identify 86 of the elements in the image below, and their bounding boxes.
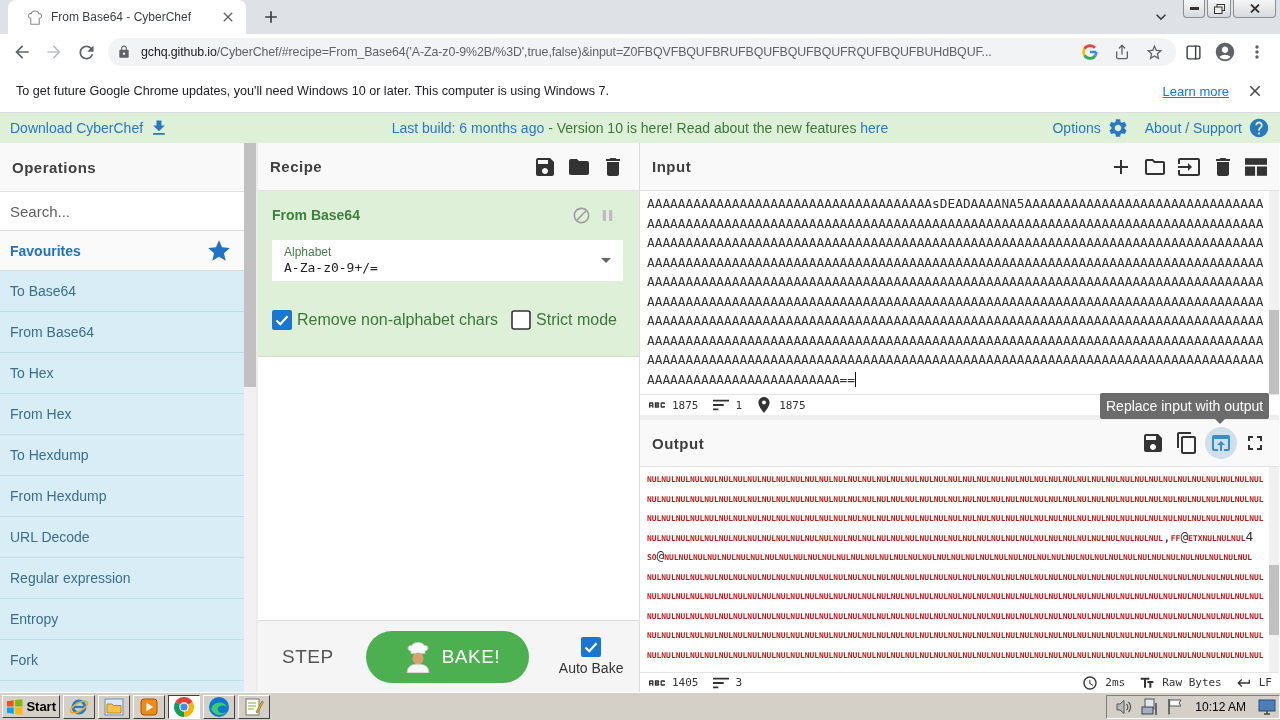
- field-value: A-Za-z0-9+/=: [284, 259, 379, 277]
- panel-title: Input: [652, 158, 693, 175]
- field-label: Alphabet: [284, 244, 333, 259]
- taskbar-button[interactable]: [168, 694, 200, 719]
- browser-tab[interactable]: From Base64 - CyberChef: [8, 0, 246, 34]
- version-notice: - Version 10 is here! Read about the new features here: [548, 120, 889, 136]
- profile-icon[interactable]: [1214, 41, 1236, 63]
- encoding-value[interactable]: Raw Bytes: [1162, 676, 1222, 689]
- lines-value: 3: [735, 676, 743, 689]
- input-line: AAAAAAAAAAAAAAAAAAAAAAAAAAAAAAAAAAAAAAAAAAAAAAAAAAAAAAAAAAAAAAAAAAAAAAAAAAAAAAAA: [647, 292, 1264, 311]
- play-icon: [140, 697, 158, 716]
- checkbox[interactable]: [581, 637, 602, 657]
- lines-value: 1: [735, 398, 743, 412]
- minimize-button[interactable]: [1183, 0, 1205, 18]
- bake-time: 2ms: [1105, 676, 1126, 689]
- pin-icon: [756, 397, 773, 413]
- clock-icon: [1082, 674, 1099, 691]
- download-link[interactable]: Download CyberChef: [10, 120, 144, 136]
- step-button[interactable]: STEP: [282, 645, 334, 668]
- alphabet-dropdown[interactable]: Alphabet A-Za-z0-9+/=: [272, 240, 623, 281]
- save-icon: [1141, 431, 1165, 455]
- update-message: To get future Google Chrome updates, you'll need Windows 10 or later. This computer is using Windows 7.: [16, 84, 610, 98]
- support-link[interactable]: About / Support: [1144, 120, 1242, 136]
- star-outline-icon[interactable]: [1144, 42, 1164, 62]
- checkbox-label: Remove non-alphabet chars: [297, 311, 498, 329]
- checkbox[interactable]: [511, 310, 532, 330]
- settings-icon[interactable]: [1106, 117, 1129, 139]
- text-cursor: [855, 371, 857, 387]
- start-button[interactable]: Start: [2, 695, 60, 718]
- input-line: AAAAAAAAAAAAAAAAAAAAAAAAAAAAAAAAAAAAAAAAAAAAAAAAAAAAAAAAAAAAAAAAAAAAAAAAAAAAAAAA: [647, 214, 1264, 233]
- notepad-icon: [244, 696, 264, 717]
- speaker-icon[interactable]: [1115, 698, 1134, 715]
- eol-value[interactable]: LF: [1258, 676, 1272, 689]
- caret-icon: [601, 258, 611, 263]
- tab-title: From Base64 - CyberChef: [51, 10, 193, 24]
- g-logo-icon[interactable]: [1082, 44, 1098, 60]
- restore-icon: [1213, 3, 1225, 14]
- learn-more-link[interactable]: Learn more: [1162, 83, 1229, 99]
- checkbox[interactable]: [272, 310, 292, 330]
- layout-icon[interactable]: [1245, 157, 1267, 176]
- folder-icon: [104, 697, 124, 716]
- url-text: gchq.github.io/CyberChef/#recipe=From_Base64('A-Za-z0-9%2B/%3D',true,false)&input=Z0FBQVFBQUFBRUFBQUFBQUFBQUFRQUFBQUFBUHdBQUF...: [141, 45, 993, 59]
- panel-title: Output: [652, 434, 706, 452]
- flag-icon[interactable]: [1167, 698, 1184, 715]
- input-line: AAAAAAAAAAAAAAAAAAAAAAAAAAAAAAAAAAAAAAAAAAAAAAAAAAAAAAAAAAAAAAAAAAAAAAAAAAAAAAAA: [647, 234, 1264, 252]
- web-browser-icon: [209, 696, 229, 717]
- tooltip-pointer-icon: [1215, 419, 1225, 424]
- build-info: Last build: 6 months ago: [391, 120, 545, 136]
- restore-button[interactable]: [1207, 0, 1231, 18]
- bake-button[interactable]: BAKE!: [365, 630, 529, 683]
- copy-icon: [1175, 431, 1199, 455]
- network-icon[interactable]: [1141, 697, 1160, 716]
- checkbox-label: Strict mode: [536, 311, 617, 329]
- share-icon[interactable]: [1114, 44, 1130, 60]
- input-line: AAAAAAAAAAAAAAAAAAAAAAAAAAAAAAAAAAAAAAAAAAAAAAAAAAAAAAAAAAAAAAAAAAAAAAAAAAAAAAAA: [647, 273, 1264, 291]
- help-icon[interactable]: [1248, 117, 1270, 139]
- replace-input-button[interactable]: [1205, 427, 1237, 459]
- show-desktop-icon[interactable]: [1258, 698, 1276, 715]
- options-link[interactable]: Options: [1052, 120, 1101, 136]
- lines-icon: [712, 397, 729, 413]
- chef-icon: [403, 640, 432, 673]
- side-panel-icon[interactable]: [1184, 43, 1202, 61]
- window-close-button[interactable]: [1233, 0, 1276, 18]
- length-value: 1875: [672, 398, 699, 412]
- lock-icon: [117, 45, 131, 59]
- position-value: 1875: [779, 398, 806, 412]
- tooltip: Replace input with output: [1100, 393, 1270, 419]
- address-bar[interactable]: gchq.github.io/CyberChef/#recipe=From_Base64('A-Za-z0-9%2B/%3D',true,false)&input=Z0FBQVFBQUFBRUFBQUFBQUFBQUFRQUFBQUFBUHdBQUF...: [108, 38, 1176, 66]
- minimize-icon: [1189, 7, 1199, 10]
- panel-title: Operations: [12, 158, 98, 176]
- close-icon: [1249, 4, 1260, 13]
- input-line: AAAAAAAAAAAAAAAAAAAAAAAAAAAAAAAAAAAAAAAAAAAAAAAAAAAAAAAAAAAAAAAAAAAAAAAAAAAAAAAA: [647, 253, 1264, 272]
- input-line: AAAAAAAAAAAAAAAAAAAAAAAAAAAAAAAAAAAAAAAAAAAAAAAAAAAAAAAAAAAAAAAAAAAAAAAAAAAAAAAA: [647, 312, 1264, 330]
- taskbar-clock[interactable]: 10:12 AM: [1195, 699, 1246, 714]
- notice-link[interactable]: here: [860, 120, 889, 136]
- input-line: AAAAAAAAAAAAAAAAAAAAAAAAAAAAAAAAAAAAAAAAAAAAAAAAAAAAAAAAAAAAAAAAAAAAAAAAAAAAAAAA: [647, 331, 1264, 350]
- input-line: AAAAAAAAAAAAAAAAAAAAAAAAAAAAAAAAAAAAAsDEADAAAANA5AAAAAAAAAAAAAAAAAAAAAAAAAAAAAAA: [647, 195, 1264, 213]
- input-line: AAAAAAAAAAAAAAAAAAAAAAAAA==: [647, 370, 856, 389]
- chef-hat-icon: [27, 9, 43, 25]
- windows-logo-icon: [6, 697, 24, 716]
- input-line: AAAAAAAAAAAAAAAAAAAAAAAAAAAAAAAAAAAAAAAAAAAAAAAAAAAAAAAAAAAAAAAAAAAAAAAAAAAAAAAA: [647, 351, 1264, 369]
- web-browser-icon: [174, 696, 194, 717]
- step-title: From Base64: [272, 207, 361, 223]
- checkbox-label: Auto Bake: [558, 660, 624, 676]
- length-value: 1405: [672, 676, 699, 689]
- panel-title: Recipe: [270, 158, 324, 175]
